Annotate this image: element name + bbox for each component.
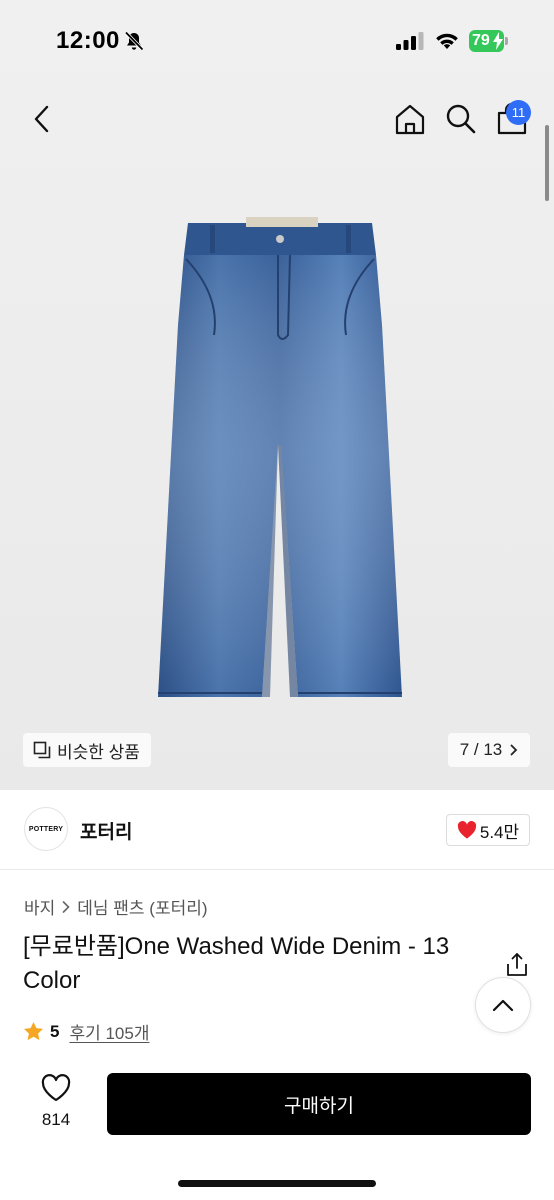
status-time: 12:00 [56,27,120,54]
cart-count-badge: 11 [506,100,531,125]
chevron-right-icon [62,900,70,913]
brand-name[interactable]: 포터리 [80,817,132,844]
chevron-up-icon [492,999,514,1012]
charging-bolt-icon [493,32,503,50]
back-icon [34,105,49,133]
share-button[interactable] [504,952,530,978]
breadcrumb-category[interactable]: 바지 [24,894,55,919]
brand-logo[interactable]: POTTERY [24,807,68,851]
breadcrumb: 바지 데님 팬츠 (포터리) [24,894,208,919]
review-count-link[interactable]: 후기 105개 [69,1019,149,1044]
signal-icon [396,32,424,50]
rating-value: 5 [50,1021,60,1041]
star-icon [24,1022,43,1041]
image-page-counter: 7 / 13 [459,740,503,759]
similar-products-button[interactable]: 비슷한 상품 [23,733,151,767]
product-photo[interactable] [150,215,410,705]
product-title: [무료반품]One Washed Wide Denim - 13 Color [23,933,450,994]
brand-like-count: 5.4만 [479,822,520,842]
search-button[interactable] [443,101,479,137]
buy-button-label: 구매하기 [284,1095,354,1117]
status-bar: 12:00 79 [0,0,554,84]
chevron-right-icon [510,744,518,756]
heart-outline-icon [41,1074,71,1102]
buy-button[interactable]: 구매하기 [107,1073,531,1135]
image-page-indicator[interactable]: 7 / 13 [448,733,530,767]
home-indicator[interactable] [178,1180,376,1187]
bell-slash-icon [124,31,144,51]
search-icon [446,104,476,134]
similar-products-label: 비슷한 상품 [57,742,140,762]
back-button[interactable] [24,102,58,136]
wifi-icon [436,33,458,49]
breadcrumb-subcategory[interactable]: 데님 팬츠 (포터리) [77,894,207,919]
brand-row: POTTERY 포터리 5.4만 [0,790,554,870]
battery-indicator: 79 [469,30,509,52]
rating-row: 5 후기 105개 [23,1019,149,1044]
scrollbar[interactable] [545,125,549,201]
brand-logo-text: POTTERY [28,825,64,833]
share-icon [507,953,527,976]
brand-like-button[interactable]: 5.4만 [446,814,530,846]
home-button[interactable] [392,101,428,137]
home-icon [395,104,425,135]
similar-icon [33,741,51,759]
wishlist-count: 814 [41,1110,71,1129]
wishlist-button[interactable]: 814 [26,1074,86,1134]
product-gallery[interactable]: 12:00 79 11 비슷한 상품 7 / 13 [0,0,554,790]
scroll-to-top-button[interactable] [475,977,531,1033]
heart-filled-icon [457,821,476,839]
